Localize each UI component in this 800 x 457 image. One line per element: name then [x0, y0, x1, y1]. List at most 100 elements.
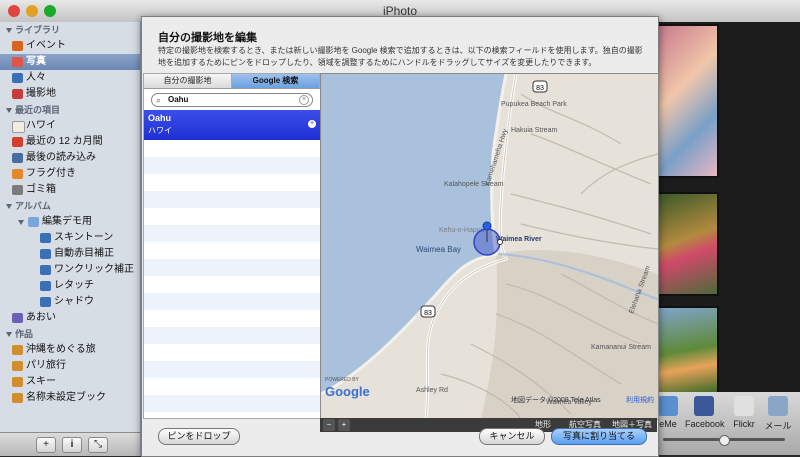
map-label: Waimea Bay — [416, 245, 461, 254]
sidebar-item-paris[interactable]: パリ旅行 — [0, 358, 140, 374]
sidebar-item-label: あおい — [26, 312, 56, 323]
sidebar-item-label: イベント — [26, 40, 66, 51]
map-pin-icon[interactable] — [482, 221, 492, 231]
zoom-slider[interactable] — [663, 435, 785, 446]
sidebar-item-last-import[interactable]: 最後の読み込み — [0, 150, 140, 166]
calendar-icon — [12, 137, 23, 147]
sidebar-item-label: パリ旅行 — [26, 360, 66, 371]
sidebar-item-photos[interactable]: 写真 — [0, 54, 140, 70]
facebook-icon — [694, 396, 714, 416]
result-name: Oahu — [148, 113, 172, 123]
edit-places-sheet: 自分の撮影地を編集 特定の撮影地を検索するとき、または新しい撮影地を Googl… — [141, 16, 659, 457]
sidebar-item-untitled-book[interactable]: 名称未設定ブック — [0, 390, 140, 406]
sidebar-item-shadow[interactable]: シャドウ — [0, 294, 140, 310]
result-list-empty-rows — [144, 140, 320, 418]
sidebar-item-label: 自動赤目補正 — [54, 248, 114, 259]
powered-by-label: POWERED BY — [325, 377, 360, 383]
sheet-title: 自分の撮影地を編集 — [158, 32, 257, 44]
sidebar-item-label: 沖縄をめぐる旅 — [26, 344, 96, 355]
info-button[interactable]: i — [62, 437, 82, 453]
add-place-icon[interactable]: + — [308, 120, 316, 128]
projects-header[interactable]: 作品 — [0, 326, 140, 342]
sidebar-footer: + i ⤡ — [0, 432, 141, 456]
facebook-button[interactable]: Facebook — [685, 396, 725, 429]
svg-text:83: 83 — [536, 85, 544, 92]
sidebar-item-ski[interactable]: スキー — [0, 374, 140, 390]
sidebar-item-okinawa[interactable]: 沖縄をめぐる旅 — [0, 342, 140, 358]
disclosure-triangle-icon[interactable] — [18, 220, 24, 225]
search-result-oahu[interactable]: Oahu ハワイ + — [144, 110, 320, 140]
sidebar-item-aoi[interactable]: あおい — [0, 310, 140, 326]
sidebar-item-skin-tone[interactable]: スキントーン — [0, 230, 140, 246]
album-icon — [40, 233, 51, 243]
sidebar-item-label: レタッチ — [54, 280, 94, 291]
section-label: アルバム — [15, 201, 51, 211]
zoom-slider-knob[interactable] — [719, 435, 730, 446]
sidebar-item-label: ワンクリック補正 — [54, 264, 134, 275]
sidebar-item-red-eye[interactable]: 自動赤目補正 — [0, 246, 140, 262]
book-icon — [12, 393, 23, 403]
tab-google-search[interactable]: Google 検索 — [232, 74, 320, 88]
assign-to-photo-button[interactable]: 写真に割り当てる — [551, 428, 647, 445]
photos-icon — [12, 57, 23, 67]
sidebar-item-last-12-months[interactable]: 最近の 12 カ月間 — [0, 134, 140, 150]
tab-my-places[interactable]: 自分の撮影地 — [144, 74, 232, 88]
sidebar-item-trash[interactable]: ゴミ箱 — [0, 182, 140, 198]
sidebar-item-faces[interactable]: 人々 — [0, 70, 140, 86]
folder-icon — [28, 217, 39, 227]
search-input[interactable]: Oahu — [168, 94, 188, 106]
zoom-in-button[interactable]: + — [338, 419, 350, 431]
disclosure-triangle-icon[interactable] — [6, 28, 12, 34]
disclosure-triangle-icon[interactable] — [6, 332, 12, 338]
map-terms-link[interactable]: 利用規約 — [626, 395, 654, 404]
sidebar-item-places[interactable]: 撮影地 — [0, 86, 140, 102]
album-icon — [40, 249, 51, 259]
sidebar-item-events[interactable]: イベント — [0, 38, 140, 54]
sidebar-item-label: 写真 — [26, 56, 46, 67]
share-label: Facebook — [685, 419, 725, 429]
mobileme-icon — [658, 396, 678, 416]
sidebar-item-enhance[interactable]: ワンクリック補正 — [0, 262, 140, 278]
flickr-button[interactable]: Flickr — [725, 396, 763, 429]
mail-button[interactable]: メール — [759, 396, 797, 432]
recent-header[interactable]: 最近の項目 — [0, 102, 140, 118]
map-view[interactable]: 83 83 Pupukea Beach Park Hakuia Stream K… — [320, 73, 659, 420]
map-label: Ashley Rd — [416, 387, 448, 394]
albums-header[interactable]: アルバム — [0, 198, 140, 214]
flickr-icon — [734, 396, 754, 416]
map-copyright: 地図データ ©2009 Tele Atlas — [511, 395, 601, 404]
cancel-button[interactable]: キャンセル — [479, 428, 545, 445]
map-label: Kalahopele Stream — [444, 181, 504, 188]
sheet-description: 特定の撮影地を検索するとき、または新しい撮影地を Google 検索で追加すると… — [158, 46, 643, 67]
sidebar-item-label: 撮影地 — [26, 88, 56, 99]
share-label: Flickr — [733, 419, 755, 429]
sidebar-item-label: ハワイ — [26, 120, 56, 131]
fullscreen-button[interactable]: ⤡ — [88, 437, 108, 453]
resize-handle[interactable] — [497, 239, 503, 245]
sidebar-item-label: フラグ付き — [26, 168, 76, 179]
sidebar-item-hawaii[interactable]: ハワイ — [0, 118, 140, 134]
section-label: 作品 — [15, 329, 34, 339]
sidebar-item-label: 最後の読み込み — [26, 152, 96, 163]
photo-thumbnail[interactable] — [657, 24, 719, 178]
clear-search-icon[interactable]: × — [299, 95, 309, 105]
map-label: Pupukea Beach Park — [501, 101, 567, 108]
photo-thumbnail[interactable] — [657, 192, 719, 296]
sidebar-item-retouch[interactable]: レタッチ — [0, 278, 140, 294]
book-icon — [12, 361, 23, 371]
library-header[interactable]: ライブラリ — [0, 22, 140, 38]
map-label: Hakuia Stream — [511, 127, 557, 134]
search-icon: ⌕ — [156, 95, 162, 105]
photo-thumbnail[interactable] — [657, 306, 719, 394]
zoom-out-button[interactable]: − — [323, 419, 335, 431]
section-label: 最近の項目 — [15, 105, 61, 115]
sidebar-item-label: スキントーン — [54, 232, 114, 243]
sidebar-item-edit-demo-folder[interactable]: 編集デモ用 — [0, 214, 140, 230]
book-icon — [12, 345, 23, 355]
add-button[interactable]: + — [36, 437, 56, 453]
search-field[interactable]: ⌕ Oahu × — [151, 93, 313, 107]
disclosure-triangle-icon[interactable] — [6, 108, 12, 114]
sidebar-item-flagged[interactable]: フラグ付き — [0, 166, 140, 182]
disclosure-triangle-icon[interactable] — [6, 204, 12, 210]
drop-pin-button[interactable]: ピンをドロップ — [158, 428, 240, 445]
